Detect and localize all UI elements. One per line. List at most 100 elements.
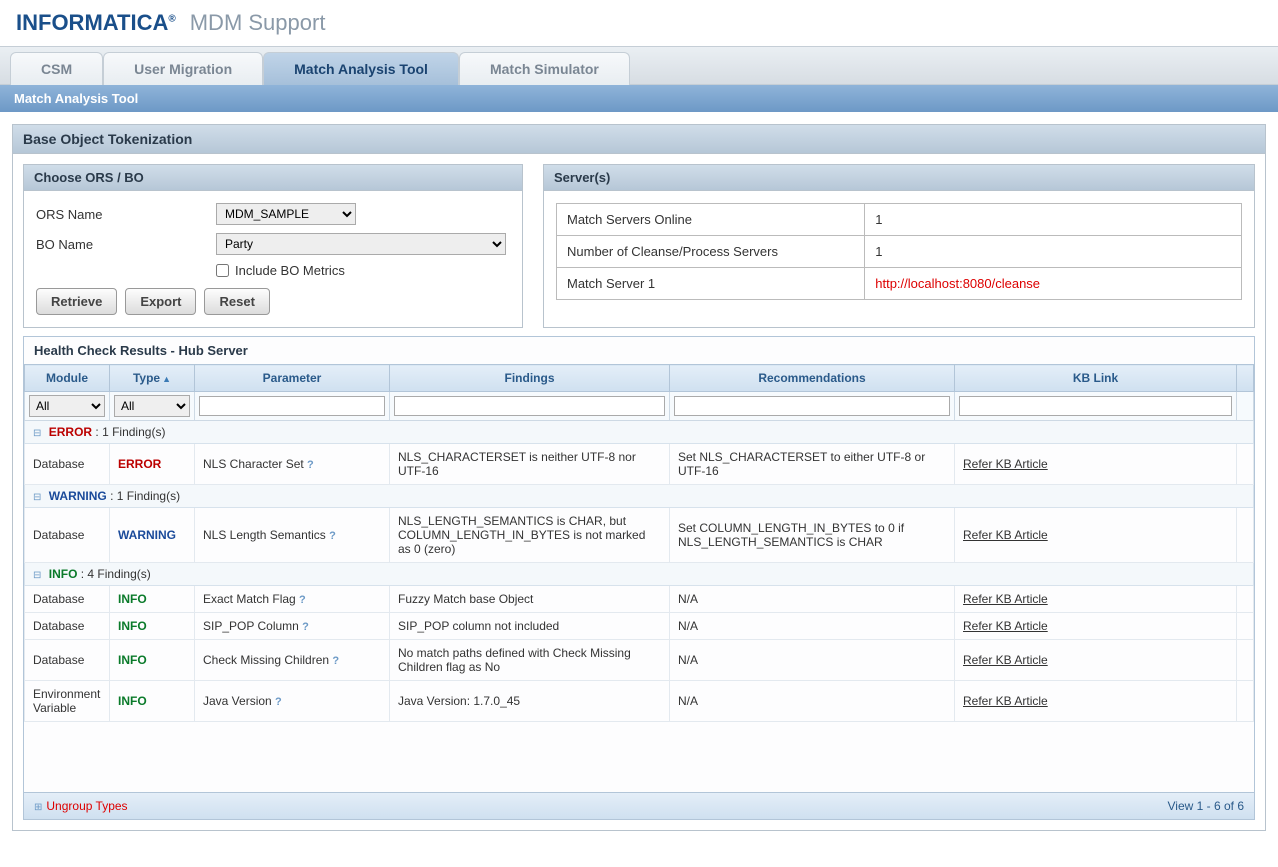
server-panel: Server(s) Match Servers Online 1 Number … xyxy=(543,164,1255,328)
filter-type-select[interactable]: All xyxy=(114,395,190,417)
cell-scroll xyxy=(1237,613,1254,640)
cell-parameter: SIP_POP Column ? xyxy=(195,613,390,640)
help-icon[interactable]: ? xyxy=(332,655,339,667)
expand-icon: ⊞ xyxy=(34,802,42,813)
filter-module-select[interactable]: All xyxy=(29,395,105,417)
col-header-type[interactable]: Type▲ xyxy=(110,365,195,392)
retrieve-button[interactable]: Retrieve xyxy=(36,288,117,315)
cell-findings: No match paths defined with Check Missin… xyxy=(390,640,670,681)
cell-parameter: NLS Character Set ? xyxy=(195,444,390,485)
cell-scroll xyxy=(1237,586,1254,613)
kb-article-link[interactable]: Refer KB Article xyxy=(963,619,1048,633)
col-header-recommendations[interactable]: Recommendations xyxy=(670,365,955,392)
logo: INFORMATICA® xyxy=(16,10,176,36)
cell-type: WARNING xyxy=(110,508,195,563)
help-icon[interactable]: ? xyxy=(299,594,306,606)
kb-article-link[interactable]: Refer KB Article xyxy=(963,653,1048,667)
cell-module: Database xyxy=(25,640,110,681)
help-icon[interactable]: ? xyxy=(307,459,314,471)
reset-button[interactable]: Reset xyxy=(204,288,269,315)
main-tabs: CSM User Migration Match Analysis Tool M… xyxy=(0,46,1278,85)
tab-match-analysis-tool[interactable]: Match Analysis Tool xyxy=(263,52,459,85)
cell-recommendations: N/A xyxy=(670,640,955,681)
cell-recommendations: N/A xyxy=(670,681,955,722)
group-header[interactable]: ⊟ INFO : 4 Finding(s) xyxy=(25,563,1254,586)
health-check-panel: Health Check Results - Hub Server Module… xyxy=(23,336,1255,820)
col-header-parameter[interactable]: Parameter xyxy=(195,365,390,392)
kb-article-link[interactable]: Refer KB Article xyxy=(963,528,1048,542)
server-row: Number of Cleanse/Process Servers 1 xyxy=(557,236,1242,268)
cell-findings: Java Version: 1.7.0_45 xyxy=(390,681,670,722)
help-icon[interactable]: ? xyxy=(302,621,309,633)
kb-article-link[interactable]: Refer KB Article xyxy=(963,592,1048,606)
table-row: DatabaseINFOExact Match Flag ?Fuzzy Matc… xyxy=(25,586,1254,613)
cell-type: INFO xyxy=(110,613,195,640)
export-button[interactable]: Export xyxy=(125,288,196,315)
cell-parameter: Check Missing Children ? xyxy=(195,640,390,681)
table-row: Environment VariableINFOJava Version ?Ja… xyxy=(25,681,1254,722)
cell-type: INFO xyxy=(110,681,195,722)
app-header: INFORMATICA® MDM Support xyxy=(0,0,1278,46)
tab-csm[interactable]: CSM xyxy=(10,52,103,85)
kb-article-link[interactable]: Refer KB Article xyxy=(963,694,1048,708)
col-header-scroll xyxy=(1237,365,1254,392)
pager-text: View 1 - 6 of 6 xyxy=(1168,799,1245,813)
match-server-link[interactable]: http://localhost:8080/cleanse xyxy=(875,276,1040,291)
app-title: MDM Support xyxy=(190,10,326,36)
cell-module: Database xyxy=(25,586,110,613)
cell-scroll xyxy=(1237,681,1254,722)
cell-kb: Refer KB Article xyxy=(955,640,1237,681)
cell-module: Environment Variable xyxy=(25,681,110,722)
filter-recommendations-input[interactable] xyxy=(674,396,950,416)
server-row: Match Servers Online 1 xyxy=(557,204,1242,236)
filter-kb-input[interactable] xyxy=(959,396,1232,416)
ors-name-label: ORS Name xyxy=(36,207,216,222)
ungroup-types-link[interactable]: ⊞Ungroup Types xyxy=(34,799,128,813)
health-check-title: Health Check Results - Hub Server xyxy=(24,337,1254,364)
cell-parameter: Java Version ? xyxy=(195,681,390,722)
group-header[interactable]: ⊟ ERROR : 1 Finding(s) xyxy=(25,421,1254,444)
tab-user-migration[interactable]: User Migration xyxy=(103,52,263,85)
kb-article-link[interactable]: Refer KB Article xyxy=(963,457,1048,471)
sub-title-bar: Match Analysis Tool xyxy=(0,85,1278,112)
cell-kb: Refer KB Article xyxy=(955,508,1237,563)
col-header-module[interactable]: Module xyxy=(25,365,110,392)
cell-kb: Refer KB Article xyxy=(955,444,1237,485)
cell-findings: NLS_LENGTH_SEMANTICS is CHAR, but COLUMN… xyxy=(390,508,670,563)
server-row-label: Number of Cleanse/Process Servers xyxy=(557,236,865,268)
cell-scroll xyxy=(1237,508,1254,563)
cell-recommendations: Set NLS_CHARACTERSET to either UTF-8 or … xyxy=(670,444,955,485)
filter-parameter-input[interactable] xyxy=(199,396,385,416)
server-row-label: Match Servers Online xyxy=(557,204,865,236)
group-header[interactable]: ⊟ WARNING : 1 Finding(s) xyxy=(25,485,1254,508)
main-panel-title: Base Object Tokenization xyxy=(13,125,1265,154)
cell-type: ERROR xyxy=(110,444,195,485)
cell-scroll xyxy=(1237,640,1254,681)
cell-recommendations: N/A xyxy=(670,586,955,613)
cell-kb: Refer KB Article xyxy=(955,681,1237,722)
include-bo-metrics-checkbox[interactable] xyxy=(216,264,229,277)
cell-kb: Refer KB Article xyxy=(955,586,1237,613)
table-row: DatabaseINFOCheck Missing Children ?No m… xyxy=(25,640,1254,681)
col-header-findings[interactable]: Findings xyxy=(390,365,670,392)
cell-type: INFO xyxy=(110,586,195,613)
tab-match-simulator[interactable]: Match Simulator xyxy=(459,52,630,85)
col-header-kb-link[interactable]: KB Link xyxy=(955,365,1237,392)
cell-recommendations: N/A xyxy=(670,613,955,640)
help-icon[interactable]: ? xyxy=(275,696,282,708)
cell-findings: NLS_CHARACTERSET is neither UTF-8 nor UT… xyxy=(390,444,670,485)
bo-name-select[interactable]: Party xyxy=(216,233,506,255)
help-icon[interactable]: ? xyxy=(329,530,336,542)
cell-findings: SIP_POP column not included xyxy=(390,613,670,640)
server-row: Match Server 1 http://localhost:8080/cle… xyxy=(557,268,1242,300)
cell-parameter: NLS Length Semantics ? xyxy=(195,508,390,563)
server-table: Match Servers Online 1 Number of Cleanse… xyxy=(556,203,1242,300)
sort-asc-icon: ▲ xyxy=(162,374,171,384)
filter-findings-input[interactable] xyxy=(394,396,665,416)
collapse-icon: ⊟ xyxy=(33,570,41,581)
cell-findings: Fuzzy Match base Object xyxy=(390,586,670,613)
server-row-value: 1 xyxy=(865,204,1242,236)
cell-type: INFO xyxy=(110,640,195,681)
ors-name-select[interactable]: MDM_SAMPLE xyxy=(216,203,356,225)
collapse-icon: ⊟ xyxy=(33,492,41,503)
